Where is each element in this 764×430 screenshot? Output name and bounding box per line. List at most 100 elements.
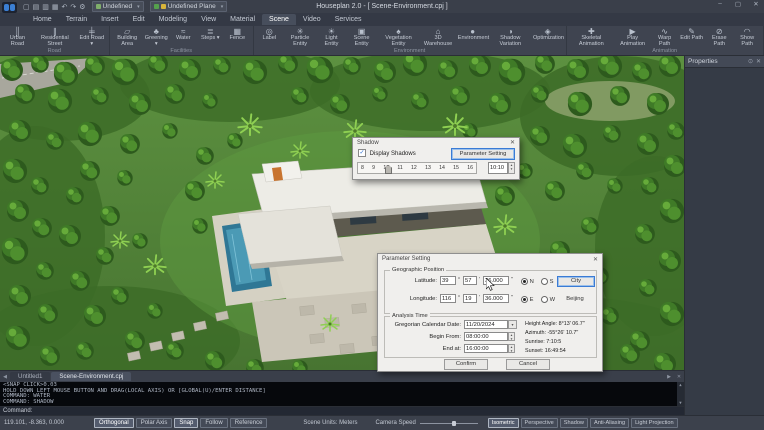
camera-speed-handle[interactable] bbox=[452, 421, 456, 426]
date-value-field[interactable] bbox=[464, 320, 508, 329]
vegetation-entity-button[interactable]: ♠Vegetation Entity bbox=[378, 27, 420, 48]
radio-south[interactable]: S bbox=[541, 278, 554, 285]
undo-icon[interactable]: ↶ bbox=[62, 3, 68, 11]
settings-gear-icon[interactable]: ⚙ bbox=[79, 3, 85, 11]
latitude-degrees-field[interactable] bbox=[440, 276, 456, 285]
warehouse-3d-button[interactable]: ⌂3D Warehouse bbox=[419, 27, 456, 48]
radio-north[interactable]: N bbox=[521, 278, 534, 285]
new-file-icon[interactable]: ▢ bbox=[23, 3, 30, 11]
toggle-light-projection[interactable]: Light Projection bbox=[631, 418, 678, 428]
minimize-button[interactable]: – bbox=[714, 0, 726, 8]
radio-west[interactable]: W bbox=[541, 296, 555, 303]
close-button[interactable]: ✕ bbox=[750, 0, 762, 8]
toggle-polar-axis[interactable]: Polar Axis bbox=[136, 418, 173, 428]
dialog-close-icon[interactable]: ✕ bbox=[593, 256, 598, 263]
dialog-close-icon[interactable]: ✕ bbox=[510, 139, 515, 146]
tab-scene[interactable]: Scene bbox=[262, 14, 296, 25]
save-all-icon[interactable]: ▦ bbox=[52, 3, 59, 11]
gregorian-date-picker[interactable]: ▾ bbox=[464, 320, 517, 329]
parameter-setting-button[interactable]: Parameter Setting bbox=[451, 148, 515, 160]
spin-down-icon[interactable]: ▾ bbox=[509, 337, 514, 341]
toggle-shadow[interactable]: Shadow bbox=[560, 418, 588, 428]
toggle-perspective[interactable]: Perspective bbox=[521, 418, 558, 428]
tab-home[interactable]: Home bbox=[26, 14, 59, 25]
end-time-spinner[interactable]: ▴▾ bbox=[464, 344, 515, 353]
tab-insert[interactable]: Insert bbox=[94, 14, 126, 25]
tab-view[interactable]: View bbox=[194, 14, 223, 25]
residential-street-button[interactable]: ∥Residential Street bbox=[33, 27, 77, 48]
begin-time-field[interactable] bbox=[464, 332, 508, 341]
doc-tab-untitled1[interactable]: Untitled1 bbox=[10, 372, 50, 381]
camera-speed-label: Camera Speed bbox=[375, 420, 415, 426]
tab-video[interactable]: Video bbox=[296, 14, 328, 25]
urban-road-button[interactable]: ║Urban Road bbox=[2, 27, 33, 48]
longitude-minutes-field[interactable] bbox=[463, 294, 477, 303]
scroll-up-icon[interactable]: ▲ bbox=[679, 382, 681, 388]
optimization-button[interactable]: ◈Optimization bbox=[532, 27, 564, 48]
fence-button[interactable]: ▦Fence bbox=[224, 27, 251, 48]
tab-scroll-left-icon[interactable]: ◀ bbox=[0, 374, 10, 380]
steps-button[interactable]: ≣Steps ▾ bbox=[197, 27, 224, 48]
scene-selector-dropdown[interactable]: Undefined ▾ bbox=[92, 1, 144, 12]
spin-down-icon[interactable]: ▾ bbox=[509, 167, 514, 171]
city-button[interactable]: City bbox=[557, 276, 595, 287]
toggle-orthogonal[interactable]: Orthogonal bbox=[94, 418, 134, 428]
water-button[interactable]: ≈Water bbox=[170, 27, 197, 48]
building-area-button[interactable]: ▱Building Area bbox=[112, 27, 143, 48]
tab-close-icon[interactable]: ✕ bbox=[674, 374, 684, 380]
greening-button[interactable]: ♣Greening ▾ bbox=[143, 27, 170, 48]
tab-material[interactable]: Material bbox=[223, 14, 262, 25]
application-window: ▢ ▤ ▥ ▦ ↶ ↷ ⚙ Undefined ▾ Undefined Plan… bbox=[0, 0, 764, 430]
begin-time-spinner[interactable]: ▴▾ bbox=[464, 332, 515, 341]
warp-path-button[interactable]: ∿Warp Path bbox=[651, 27, 678, 48]
tab-services[interactable]: Services bbox=[328, 14, 369, 25]
toggle-reference[interactable]: Reference bbox=[230, 418, 268, 428]
tab-modeling[interactable]: Modeling bbox=[152, 14, 194, 25]
radio-east[interactable]: E bbox=[521, 296, 534, 303]
tab-terrain[interactable]: Terrain bbox=[59, 14, 94, 25]
edit-road-button[interactable]: ╪Edit Road ▾ bbox=[77, 27, 107, 48]
play-animation-button[interactable]: ▶Play Animation bbox=[614, 27, 651, 48]
shadow-variation-button[interactable]: ◑Shadow Variation bbox=[489, 27, 532, 48]
open-file-icon[interactable]: ▤ bbox=[33, 3, 40, 11]
toggle-follow[interactable]: Follow bbox=[200, 418, 227, 428]
scene-entity-button[interactable]: ▣Scene Entity bbox=[346, 27, 378, 48]
light-entity-button[interactable]: ☀Light Entity bbox=[317, 27, 345, 48]
save-icon[interactable]: ▥ bbox=[42, 3, 49, 11]
plane-selector-dropdown[interactable]: Undefined Plane ▾ bbox=[150, 1, 228, 12]
latitude-minutes-field[interactable] bbox=[463, 276, 477, 285]
environment-button[interactable]: ●Environment bbox=[457, 27, 489, 48]
panel-close-icon[interactable]: ✕ bbox=[756, 58, 761, 65]
command-scrollbar[interactable]: ▲ ▼ bbox=[677, 382, 684, 406]
erase-path-button[interactable]: ⊘Erase Path bbox=[705, 27, 733, 48]
longitude-degrees-field[interactable] bbox=[440, 294, 456, 303]
toggle-isometric[interactable]: Isometric bbox=[488, 418, 519, 428]
edit-path-button[interactable]: ✎Edit Path bbox=[678, 27, 705, 48]
end-time-field[interactable] bbox=[464, 344, 508, 353]
scroll-down-icon[interactable]: ▼ bbox=[679, 400, 681, 406]
spin-down-icon[interactable]: ▾ bbox=[509, 349, 514, 353]
particle-entity-button[interactable]: ✳Particle Entity bbox=[283, 27, 318, 48]
camera-speed-slider[interactable] bbox=[420, 423, 478, 424]
maximize-button[interactable]: ▢ bbox=[732, 0, 744, 8]
show-path-button[interactable]: ◠Show Path bbox=[733, 27, 761, 48]
shadow-time-slider[interactable]: 8 9 10 11 12 13 14 15 16 bbox=[357, 162, 477, 174]
redo-icon[interactable]: ↷ bbox=[70, 3, 76, 11]
toggle-anti-aliasing[interactable]: Anti-Aliasing bbox=[590, 418, 629, 428]
shadow-time-spinner[interactable]: ▴▾ bbox=[488, 162, 515, 174]
skeletal-animation-button[interactable]: ✚Skeletal Animation bbox=[569, 27, 615, 48]
shadow-time-value[interactable] bbox=[488, 162, 508, 174]
pin-icon[interactable]: ⊙ bbox=[748, 58, 753, 65]
label-button[interactable]: ◎Label bbox=[256, 27, 283, 48]
command-input-line[interactable]: Command: bbox=[0, 406, 684, 415]
longitude-seconds-field[interactable] bbox=[483, 294, 509, 303]
cancel-button[interactable]: Cancel bbox=[506, 359, 550, 370]
command-history-window[interactable]: <SNAP CLICK>0.03 HOLD DOWN LEFT MOUSE BU… bbox=[0, 382, 684, 406]
toggle-snap[interactable]: Snap bbox=[174, 418, 198, 428]
tab-edit[interactable]: Edit bbox=[126, 14, 152, 25]
doc-tab-scene-environment[interactable]: Scene-Environment.cpj bbox=[51, 372, 131, 381]
confirm-button[interactable]: Confirm bbox=[444, 359, 488, 370]
calendar-icon[interactable]: ▾ bbox=[509, 321, 516, 329]
tab-scroll-right-icon[interactable]: ▶ bbox=[664, 374, 674, 380]
display-shadows-checkbox[interactable]: ✓ Display Shadows bbox=[358, 149, 416, 157]
